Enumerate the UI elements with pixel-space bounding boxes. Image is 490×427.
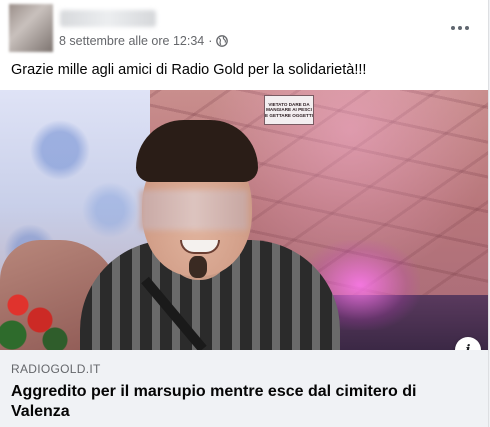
link-preview-image[interactable]: VIETATO DARE DA MANGIARE AI PESCI E GETT… (0, 90, 488, 350)
post-meta: 8 settembre alle ore 12:34 · (59, 34, 229, 48)
link-preview[interactable]: RADIOGOLD.IT Aggredito per il marsupio m… (0, 350, 488, 427)
more-dot-icon (465, 26, 469, 30)
link-domain: RADIOGOLD.IT (11, 362, 101, 376)
face-blur (140, 190, 248, 230)
author-name-blurred[interactable] (60, 10, 156, 27)
person-hair (136, 120, 258, 182)
post-timestamp[interactable]: 8 settembre alle ore 12:34 (59, 34, 204, 48)
link-title: Aggredito per il marsupio mentre esce da… (11, 383, 417, 420)
avatar[interactable] (9, 4, 53, 52)
wall-sign: VIETATO DARE DA MANGIARE AI PESCI E GETT… (264, 95, 314, 125)
more-dot-icon (458, 26, 462, 30)
person-beard (189, 256, 207, 278)
red-flowers (0, 290, 70, 350)
post-card: 8 settembre alle ore 12:34 · Grazie mill… (0, 0, 489, 427)
globe-icon[interactable] (216, 35, 229, 47)
more-dot-icon (451, 26, 455, 30)
post-text: Grazie mille agli amici di Radio Gold pe… (11, 62, 367, 78)
more-options-button[interactable] (443, 16, 477, 40)
meta-separator: · (208, 34, 213, 48)
